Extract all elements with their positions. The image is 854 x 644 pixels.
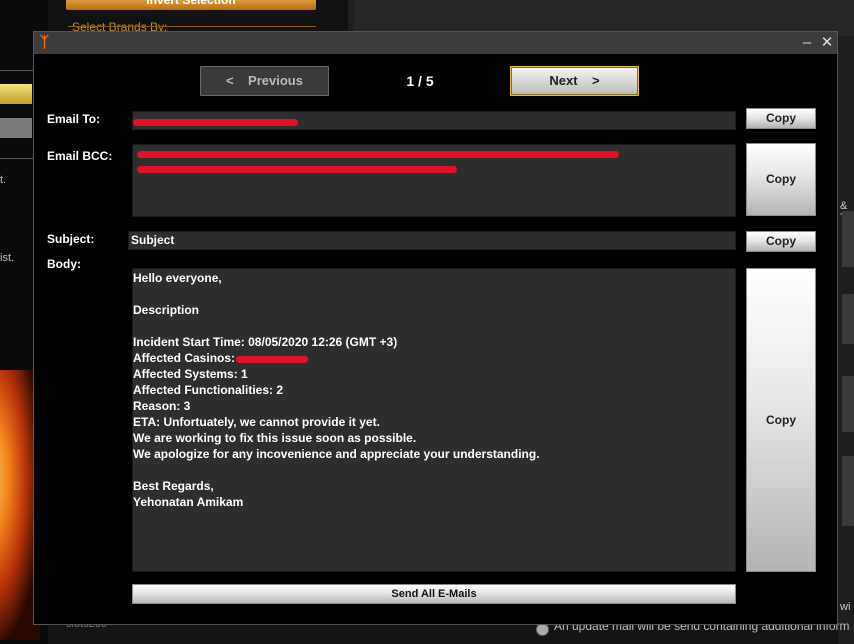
email-bcc-field[interactable]: [132, 144, 736, 217]
background-block: [842, 456, 854, 512]
body-line: We are working to fix this issue soon as…: [133, 431, 417, 445]
body-line: Yehonatan Amikam: [133, 495, 244, 509]
email-to-label: Email To:: [47, 112, 101, 126]
body-line: Description: [133, 303, 200, 317]
title-bar: ᛉ – ✕: [34, 32, 837, 54]
background-bottom-strip: slots200 An update mail will be send con…: [48, 618, 850, 644]
send-all-emails-button[interactable]: Send All E-Mails: [132, 584, 736, 604]
divider: [68, 26, 316, 27]
redaction-mark: [133, 119, 298, 126]
next-button[interactable]: Next >: [510, 66, 639, 96]
body-label: Body:: [47, 257, 81, 271]
email-preview-dialog: ᛉ – ✕ < Previous 1 / 5 Next > Email To: …: [33, 31, 838, 625]
divider: [0, 158, 34, 159]
background-block: [842, 294, 854, 344]
copy-subject-button[interactable]: Copy: [746, 231, 816, 252]
close-button[interactable]: ✕: [817, 33, 837, 53]
copy-email-to-button[interactable]: Copy: [746, 108, 816, 129]
body-content: Hello everyone, Description Incident Sta…: [132, 268, 738, 572]
redaction-mark: [137, 151, 619, 158]
subject-label: Subject:: [47, 232, 95, 246]
background-block: [842, 376, 854, 432]
minimize-button[interactable]: –: [797, 33, 817, 53]
previous-button[interactable]: < Previous: [200, 66, 329, 96]
background-right-strip: & T wi: [838, 36, 854, 644]
body-line: Affected Systems: 1: [133, 367, 248, 381]
body-line: Best Regards,: [133, 479, 214, 493]
body-line: Hello everyone,: [133, 271, 222, 285]
body-line: Reason: 3: [133, 399, 191, 413]
background-block: [842, 211, 854, 267]
background-button: [0, 118, 32, 138]
redaction-mark: [137, 166, 457, 173]
background-text: ist.: [0, 252, 15, 264]
invert-selection-button: Invert Selection: [66, 0, 316, 10]
body-line: ETA: Unfortuately, we cannot provide it …: [133, 415, 380, 429]
email-bcc-label: Email BCC:: [47, 149, 113, 163]
body-line: Incident Start Time: 08/05/2020 12:26 (G…: [133, 335, 398, 349]
subject-field[interactable]: Subject: [128, 231, 736, 250]
background-block: [842, 510, 854, 526]
email-to-field[interactable]: [132, 111, 736, 130]
copy-body-button[interactable]: Copy: [746, 268, 816, 572]
body-line: Affected Casinos:: [133, 351, 236, 365]
background-text: t.: [0, 174, 7, 186]
body-line: Affected Functionalities: 2: [133, 383, 284, 397]
background-text: wi: [840, 601, 851, 613]
body-line: We apologize for any incovenience and ap…: [133, 447, 540, 461]
flame-logo-icon: ᛉ: [40, 34, 50, 51]
copy-email-bcc-button[interactable]: Copy: [746, 143, 816, 216]
divider: [0, 70, 34, 71]
page-counter: 1 / 5: [406, 73, 434, 89]
background-button: [0, 84, 32, 104]
redaction-mark: [236, 356, 308, 363]
